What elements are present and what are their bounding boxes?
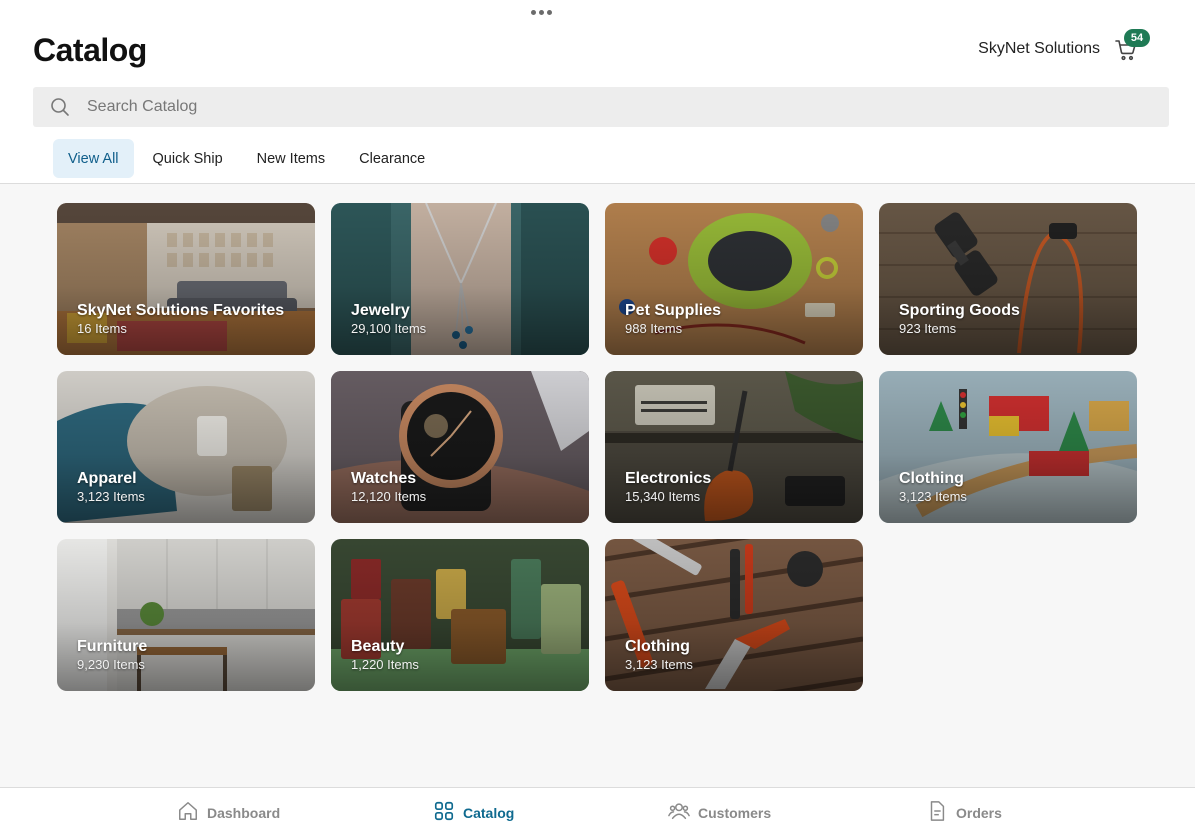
category-name: Pet Supplies xyxy=(625,302,722,319)
category-card[interactable]: Clothing 3,123 Items xyxy=(879,371,1137,523)
document-icon xyxy=(926,800,948,825)
home-icon xyxy=(177,800,199,825)
category-count: 15,340 Items xyxy=(625,489,701,504)
category-count: 3,123 Items xyxy=(625,657,693,672)
catalog-page: Catalog SkyNet Solutions 54 View All Qui… xyxy=(0,0,1195,837)
search-icon xyxy=(50,97,70,117)
category-name: Electronics xyxy=(625,470,712,487)
category-count: 1,220 Items xyxy=(351,657,419,672)
cart-count-badge: 54 xyxy=(1124,29,1150,47)
people-icon xyxy=(668,800,690,825)
category-count: 9,230 Items xyxy=(77,657,145,672)
bottom-nav: Dashboard Catalog Customers Orders xyxy=(0,787,1195,837)
category-count: 3,123 Items xyxy=(77,489,145,504)
nav-item-dashboard[interactable]: Dashboard xyxy=(177,800,280,825)
tab-view-all[interactable]: View All xyxy=(53,139,134,178)
filter-tabs: View All Quick Ship New Items Clearance xyxy=(53,139,444,178)
category-name: Sporting Goods xyxy=(899,302,1020,319)
category-name: Beauty xyxy=(351,638,405,655)
category-grid: SkyNet Solutions Favorites 16 Items Jewe… xyxy=(57,203,1137,691)
category-card[interactable]: Beauty 1,220 Items xyxy=(331,539,589,691)
search-input[interactable] xyxy=(87,98,987,116)
category-name: Watches xyxy=(351,470,417,487)
catalog-content: SkyNet Solutions Favorites 16 Items Jewe… xyxy=(0,183,1195,787)
category-count: 988 Items xyxy=(625,321,683,336)
nav-label: Dashboard xyxy=(207,804,281,821)
category-card[interactable]: Watches 12,120 Items xyxy=(331,371,589,523)
category-count: 12,120 Items xyxy=(351,489,427,504)
nav-item-customers[interactable]: Customers xyxy=(668,800,771,825)
grid-icon xyxy=(433,800,455,825)
category-card[interactable]: Sporting Goods 923 Items xyxy=(879,203,1137,355)
category-name: Clothing xyxy=(899,470,964,487)
category-card[interactable]: Electronics 15,340 Items xyxy=(605,371,863,523)
nav-label: Customers xyxy=(698,804,772,821)
nav-label: Orders xyxy=(956,804,1002,821)
category-card[interactable]: Furniture 9,230 Items xyxy=(57,539,315,691)
tab-quick-ship[interactable]: Quick Ship xyxy=(138,139,238,178)
more-options-icon[interactable] xyxy=(526,4,556,20)
tab-new-items[interactable]: New Items xyxy=(242,139,341,178)
category-card[interactable]: Jewelry 29,100 Items xyxy=(331,203,589,355)
search-bar xyxy=(33,87,1169,127)
category-name: SkyNet Solutions Favorites xyxy=(77,302,285,319)
nav-item-orders[interactable]: Orders xyxy=(926,800,1002,825)
tab-clearance[interactable]: Clearance xyxy=(344,139,440,178)
category-card[interactable]: SkyNet Solutions Favorites 16 Items xyxy=(57,203,315,355)
cart-button[interactable]: 54 xyxy=(1114,29,1150,66)
category-name: Jewelry xyxy=(351,302,410,319)
category-count: 29,100 Items xyxy=(351,321,427,336)
category-card[interactable]: Clothing 3,123 Items xyxy=(605,539,863,691)
company-name[interactable]: SkyNet Solutions xyxy=(978,40,1100,58)
cart-icon xyxy=(1114,40,1138,66)
nav-item-catalog[interactable]: Catalog xyxy=(433,800,514,825)
nav-label: Catalog xyxy=(463,804,515,821)
category-name: Furniture xyxy=(77,638,148,655)
category-name: Clothing xyxy=(625,638,690,655)
category-name: Apparel xyxy=(77,470,137,487)
category-card[interactable]: Pet Supplies 988 Items xyxy=(605,203,863,355)
page-title: Catalog xyxy=(33,32,147,68)
category-count: 3,123 Items xyxy=(899,489,967,504)
category-count: 16 Items xyxy=(77,321,127,336)
category-count: 923 Items xyxy=(899,321,957,336)
category-card[interactable]: Apparel 3,123 Items xyxy=(57,371,315,523)
